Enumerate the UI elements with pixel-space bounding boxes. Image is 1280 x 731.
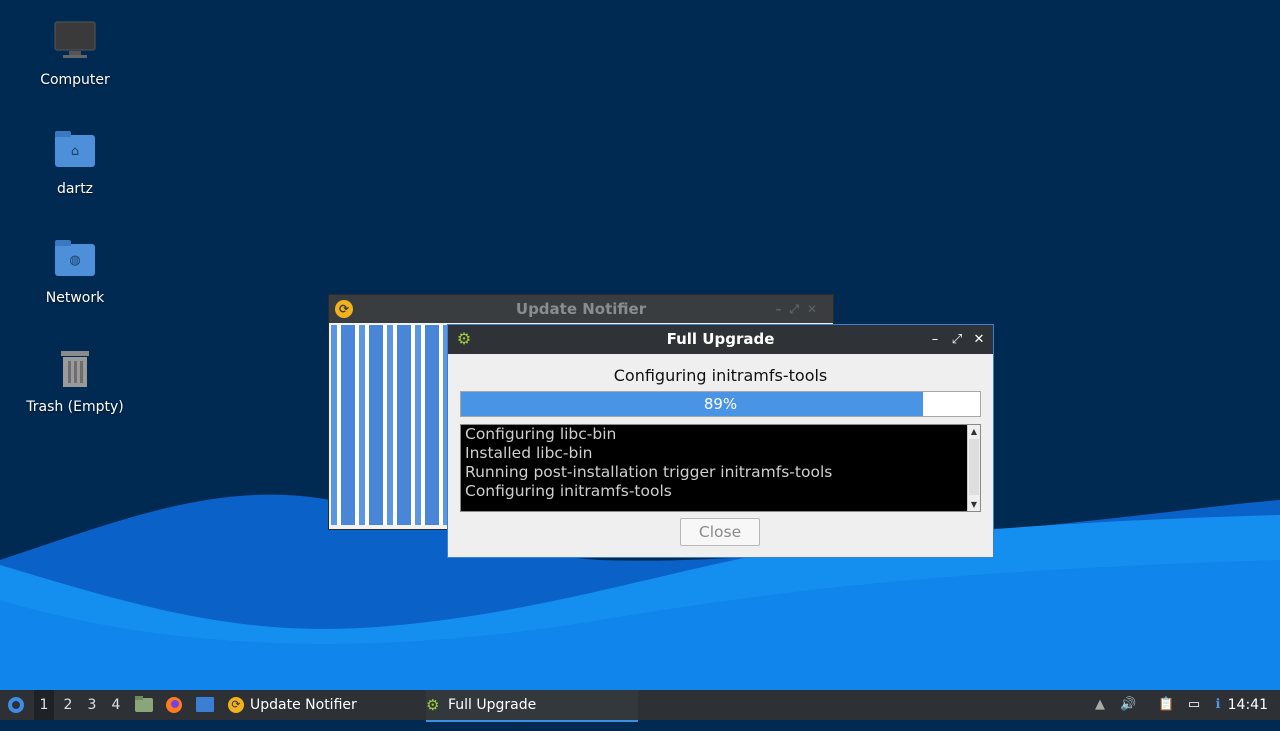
scroll-down-arrow-icon[interactable]: ▼ [968, 500, 980, 509]
log-line: Installed libc-bin [465, 444, 593, 462]
desktop-icon-computer[interactable]: Computer [15, 18, 135, 88]
full-upgrade-title: Full Upgrade [666, 330, 775, 348]
home-folder-icon: ⌂ [55, 131, 95, 167]
file-manager-launcher[interactable] [134, 690, 154, 720]
log-lines: Configuring libc-bin Installed libc-bin Ru… [465, 425, 832, 501]
lubuntu-logo-icon [8, 697, 24, 713]
log-line: Running post-installation trigger initra… [465, 463, 833, 481]
notification-icon[interactable]: ℹ [1210, 697, 1226, 713]
clipboard-icon[interactable]: 📋 [1158, 697, 1174, 713]
workspace-4[interactable]: 4 [106, 690, 126, 720]
update-notifier-icon: ⟳ [228, 697, 244, 713]
close-window-button[interactable]: ✕ [971, 325, 987, 354]
workspace-3[interactable]: 3 [82, 690, 102, 720]
minimize-button[interactable]: – [927, 325, 943, 354]
upgrade-log[interactable]: Configuring libc-bin Installed libc-bin Ru… [460, 424, 981, 512]
workspace-2[interactable]: 2 [58, 690, 78, 720]
scroll-thumb[interactable] [969, 439, 979, 495]
workspace-1[interactable]: 1 [34, 690, 54, 720]
desktop-icon [196, 697, 214, 712]
upgrade-status-text: Configuring initramfs-tools [613, 366, 828, 385]
desktop-icon-label: Trash (Empty) [26, 399, 124, 415]
full-upgrade-titlebar[interactable]: ⚙ Full Upgrade – ⤢ ✕ [448, 325, 993, 354]
task-full-upgrade[interactable]: ⚙ Full Upgrade [426, 690, 638, 722]
firefox-launcher[interactable] [164, 690, 184, 720]
show-desktop-launcher[interactable] [194, 690, 216, 720]
task-update-notifier[interactable]: ⟳ Update Notifier [228, 690, 430, 720]
firefox-icon [166, 697, 182, 713]
trash-icon [61, 351, 89, 387]
full-upgrade-window[interactable]: ⚙ Full Upgrade – ⤢ ✕ Configuring initram… [447, 324, 994, 558]
desktop-icon-label: dartz [56, 181, 94, 197]
update-notifier-title: Update Notifier [515, 300, 647, 318]
scroll-up-arrow-icon[interactable]: ▲ [968, 427, 980, 436]
task-label: Full Upgrade [448, 697, 537, 713]
desktop-icon-label: Network [45, 290, 105, 306]
clock[interactable]: 14:41 [1228, 690, 1268, 720]
taskbar: 1 2 3 4 ⟳ Update Notifier ⚙ Full Upgrade… [0, 690, 1280, 722]
start-menu-button[interactable] [6, 690, 26, 720]
update-notifier-titlebar[interactable]: ⟳ Update Notifier –⤢✕ [329, 295, 833, 323]
tray-expand-icon[interactable]: ▲ [1092, 697, 1108, 713]
log-scrollbar[interactable]: ▲ ▼ [967, 425, 980, 511]
update-notifier-icon: ⟳ [335, 300, 353, 318]
network-folder-icon: ◍ [55, 240, 95, 276]
log-line: Configuring libc-bin [465, 425, 617, 443]
desktop-icon-network[interactable]: ◍ Network [15, 236, 135, 306]
maximize-button[interactable]: ⤢ [949, 325, 965, 354]
update-notifier-window-controls[interactable]: –⤢✕ [775, 295, 825, 323]
gear-icon: ⚙ [426, 696, 440, 714]
network-icon[interactable]: ▭ [1186, 697, 1202, 713]
gear-icon: ⚙ [456, 329, 472, 348]
close-button[interactable]: Close [680, 518, 760, 546]
upgrade-progress-bar: 89% [460, 391, 981, 417]
update-notifier-content [331, 325, 447, 525]
desktop-icon-home[interactable]: ⌂ dartz [15, 127, 135, 197]
volume-icon[interactable]: 🔊 [1120, 697, 1136, 713]
desktop-icon-trash[interactable]: Trash (Empty) [15, 345, 135, 415]
file-manager-icon [135, 696, 153, 712]
desktop-icon-label: Computer [40, 72, 110, 88]
computer-icon [54, 21, 96, 58]
progress-label: 89% [703, 395, 738, 413]
task-label: Update Notifier [250, 697, 357, 713]
log-line: Configuring initramfs-tools [465, 482, 672, 500]
